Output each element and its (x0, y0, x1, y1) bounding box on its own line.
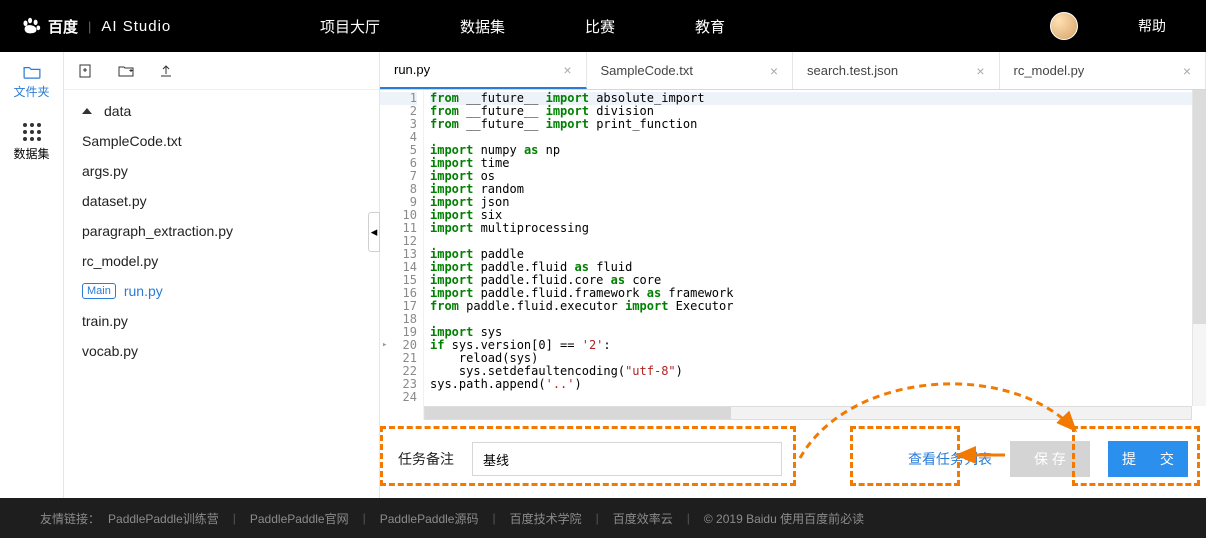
file-item[interactable]: paragraph_extraction.py (64, 216, 379, 246)
footer-link[interactable]: 百度技术学院 (510, 510, 582, 527)
tab-samplecode[interactable]: SampleCode.txt× (587, 52, 794, 89)
nav-projects[interactable]: 项目大厅 (320, 16, 380, 37)
task-label: 任务备注 (398, 449, 454, 469)
file-item[interactable]: vocab.py (64, 336, 379, 366)
logo-separator: | (88, 19, 91, 34)
rail-dataset[interactable]: 数据集 (0, 112, 63, 172)
view-tasks-link[interactable]: 查看任务列表 (908, 449, 992, 469)
save-button[interactable]: 保 存 (1010, 441, 1090, 477)
tab-run-py[interactable]: run.py× (380, 52, 587, 89)
baidu-paw-icon (20, 15, 42, 37)
rail-files-label: 文件夹 (13, 83, 49, 100)
footer-prefix: 友情链接： (40, 510, 100, 527)
vertical-scrollbar[interactable] (1192, 90, 1206, 406)
main-badge: Main (82, 283, 116, 299)
file-toolbar (64, 52, 379, 90)
code-editor[interactable]: 123456789101112131415161718192021222324 … (380, 90, 1206, 420)
collapse-handle[interactable]: ◂ (368, 212, 380, 252)
dataset-icon (23, 123, 41, 141)
footer-link[interactable]: PaddlePaddle源码 (380, 510, 479, 527)
avatar[interactable] (1050, 12, 1078, 40)
file-tree: data SampleCode.txt args.py dataset.py p… (64, 90, 379, 372)
file-item[interactable]: SampleCode.txt (64, 126, 379, 156)
task-bar: 任务备注 查看任务列表 保 存 提 交 (380, 420, 1206, 498)
new-folder-icon[interactable] (118, 63, 134, 79)
file-panel: data SampleCode.txt args.py dataset.py p… (64, 52, 380, 498)
editor-area: run.py× SampleCode.txt× search.test.json… (380, 52, 1206, 498)
logo[interactable]: 百度 | AI Studio (20, 15, 290, 37)
chevron-up-icon (82, 108, 92, 114)
file-item[interactable]: train.py (64, 306, 379, 336)
help-link[interactable]: 帮助 (1138, 16, 1166, 36)
file-item[interactable]: args.py (64, 156, 379, 186)
close-icon[interactable]: × (976, 63, 984, 79)
footer-link[interactable]: 百度效率云 (613, 510, 673, 527)
logo-main: 百度 (48, 16, 78, 37)
folder-name: data (104, 103, 131, 119)
upload-icon[interactable] (158, 63, 174, 79)
new-file-icon[interactable] (78, 63, 94, 79)
rail-dataset-label: 数据集 (13, 145, 49, 162)
code-content[interactable]: from __future__ import absolute_importfr… (424, 90, 1206, 420)
main-area: 文件夹 数据集 data SampleCode.txt args.py data… (0, 52, 1206, 498)
footer-copyright: © 2019 Baidu 使用百度前必读 (704, 510, 864, 527)
tab-rc-model[interactable]: rc_model.py× (1000, 52, 1206, 89)
editor-tabs: run.py× SampleCode.txt× search.test.json… (380, 52, 1206, 90)
file-item[interactable]: rc_model.py (64, 246, 379, 276)
footer-link[interactable]: PaddlePaddle训练营 (108, 510, 219, 527)
footer: 友情链接： PaddlePaddle训练营| PaddlePaddle官网| P… (0, 498, 1206, 538)
horizontal-scrollbar[interactable] (424, 406, 1192, 420)
folder-item[interactable]: data (64, 96, 379, 126)
footer-link[interactable]: PaddlePaddle官网 (250, 510, 349, 527)
file-item-active[interactable]: Mainrun.py (64, 276, 379, 306)
top-header: 百度 | AI Studio 项目大厅 数据集 比赛 教育 帮助 (0, 0, 1206, 52)
task-note-input[interactable] (472, 442, 782, 476)
folder-icon (23, 65, 41, 79)
close-icon[interactable]: × (770, 63, 778, 79)
submit-button[interactable]: 提 交 (1108, 441, 1188, 477)
close-icon[interactable]: × (1183, 63, 1191, 79)
left-rail: 文件夹 数据集 (0, 52, 64, 498)
nav-competition[interactable]: 比赛 (585, 16, 615, 37)
line-gutter: 123456789101112131415161718192021222324 (380, 90, 424, 420)
close-icon[interactable]: × (563, 62, 571, 78)
top-nav: 项目大厅 数据集 比赛 教育 (290, 16, 1050, 37)
nav-education[interactable]: 教育 (695, 16, 725, 37)
nav-datasets[interactable]: 数据集 (460, 16, 505, 37)
logo-sub: AI Studio (101, 18, 171, 35)
file-item[interactable]: dataset.py (64, 186, 379, 216)
rail-files[interactable]: 文件夹 (0, 52, 63, 112)
tab-search-json[interactable]: search.test.json× (793, 52, 1000, 89)
